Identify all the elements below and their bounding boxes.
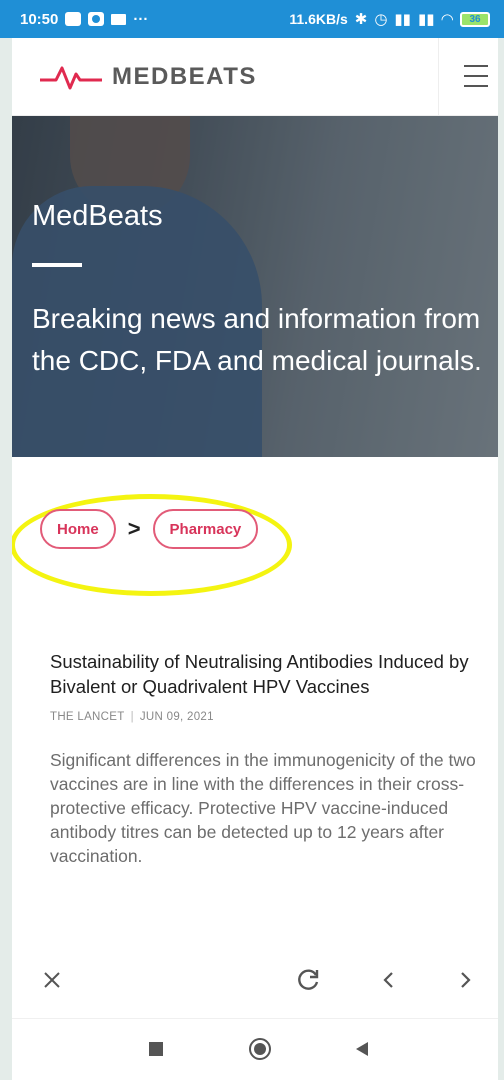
right-gutter <box>498 38 504 1080</box>
status-right: 11.6KB/s ✱ ◷ ▮▮ ▮▮ ◠ 36 <box>289 10 490 28</box>
article-card: Sustainability of Neutralising Antibodie… <box>50 650 480 868</box>
bluetooth-icon: ✱ <box>354 11 368 28</box>
battery-icon: 36 <box>460 11 490 27</box>
breadcrumb: Home > Pharmacy <box>40 509 259 549</box>
hero-overlay <box>12 116 498 457</box>
notification-icon <box>65 12 82 26</box>
header-divider <box>438 38 439 116</box>
net-speed: 11.6KB/s <box>289 11 348 27</box>
back-triangle-icon[interactable] <box>346 1033 378 1065</box>
reload-icon[interactable] <box>292 964 324 996</box>
menu-bar-icon <box>464 85 488 87</box>
hero-title: MedBeats <box>32 200 163 232</box>
back-icon[interactable] <box>372 964 404 996</box>
more-notifications: ··· <box>133 10 149 28</box>
logo-text: MEDBEATS <box>112 62 257 90</box>
home-icon[interactable] <box>244 1033 276 1065</box>
signal-icon: ▮▮ <box>394 11 411 28</box>
status-bar: 10:50 ··· 11.6KB/s ✱ ◷ ▮▮ ▮▮ ◠ 36 <box>0 0 504 38</box>
recent-apps-icon[interactable] <box>140 1033 172 1065</box>
forward-icon[interactable] <box>450 964 482 996</box>
site-logo[interactable]: MEDBEATS <box>40 62 257 92</box>
site-header: MEDBEATS <box>12 38 498 116</box>
alarm-icon: ◷ <box>374 11 388 28</box>
hamburger-menu-button[interactable] <box>464 65 488 87</box>
chevron-right-icon: > <box>127 516 141 541</box>
app-notification-icon <box>88 12 105 26</box>
menu-bar-icon <box>464 75 488 77</box>
wifi-icon: ◠ <box>441 11 453 28</box>
article-meta: THE LANCET | JUN 09, 2021 <box>50 711 480 723</box>
hero-banner: MedBeats Breaking news and information f… <box>12 116 498 457</box>
article-title[interactable]: Sustainability of Neutralising Antibodie… <box>50 650 480 699</box>
heartbeat-logo-icon <box>40 66 102 89</box>
article-summary: Significant differences in the immunogen… <box>50 750 476 866</box>
status-time: 10:50 <box>20 10 59 28</box>
close-icon[interactable] <box>36 964 68 996</box>
hero-subtitle: Breaking news and information from the C… <box>32 303 482 376</box>
mail-icon <box>111 13 127 25</box>
menu-bar-icon <box>464 65 488 67</box>
status-left: 10:50 ··· <box>20 11 148 28</box>
breadcrumb-home[interactable]: Home <box>40 509 116 549</box>
web-page: MEDBEATS MedBeats Breaking news and info… <box>12 38 498 1080</box>
article-source: THE LANCET <box>50 711 125 723</box>
left-gutter <box>0 38 12 1080</box>
breadcrumb-pharmacy[interactable]: Pharmacy <box>152 509 259 549</box>
hero-divider <box>32 263 82 267</box>
system-navigation-bar <box>12 1018 498 1080</box>
signal-2-icon: ▮▮ <box>417 11 435 28</box>
meta-separator: | <box>130 711 134 723</box>
article-date: JUN 09, 2021 <box>139 711 214 723</box>
browser-toolbar <box>12 942 498 1018</box>
